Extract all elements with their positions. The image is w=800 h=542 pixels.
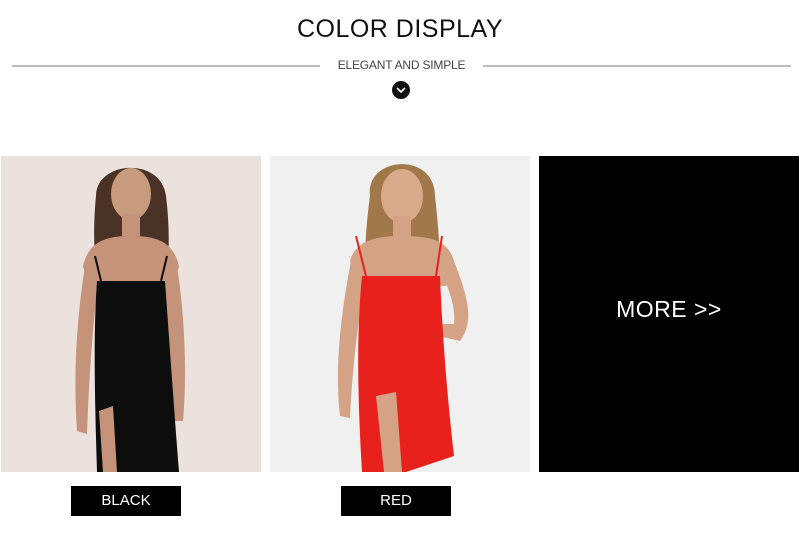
product-image-black[interactable] [1, 156, 261, 472]
red-dress [358, 276, 454, 472]
more-link[interactable]: MORE >> [539, 296, 799, 323]
color-label-red[interactable]: RED [341, 486, 451, 516]
section-subtitle: ELEGANT AND SIMPLE [337, 58, 466, 72]
divider-left [12, 65, 320, 67]
product-image-red[interactable] [270, 156, 530, 472]
divider-right [483, 65, 791, 67]
chevron-down-icon[interactable] [392, 81, 410, 99]
more-products-panel[interactable]: MORE >> [539, 156, 799, 472]
color-label-black[interactable]: BLACK [71, 486, 181, 516]
section-title: COLOR DISPLAY [296, 15, 504, 43]
